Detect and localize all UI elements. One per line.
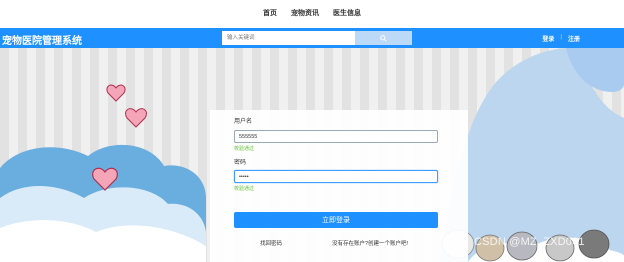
login-link[interactable]: 登录 <box>542 34 554 43</box>
auth-separator: | <box>560 34 562 40</box>
top-nav: 首页 宠物资讯 医生信息 <box>0 0 624 26</box>
auth-links: 登录 | 注册 <box>542 34 580 43</box>
header-bar: 宠物医院管理系统 登录 | 注册 <box>0 28 624 48</box>
username-label: 用户名 <box>234 119 253 125</box>
search-icon <box>380 34 387 42</box>
username-validation: 校验通过 <box>234 146 255 152</box>
password-input[interactable] <box>234 170 438 183</box>
password-validation: 校验通过 <box>234 186 255 192</box>
watermark-text: CSDN @MZ_ZXD001 <box>474 236 585 248</box>
password-label: 密码 <box>234 160 247 166</box>
search-bar <box>222 31 412 45</box>
username-input[interactable] <box>234 130 438 143</box>
background-scene: 用户名 校验通过 密码 校验通过 立即登录 找回密码 没有存在账户?创建一个账户… <box>0 48 624 262</box>
site-title: 宠物医院管理系统 <box>2 36 82 47</box>
login-submit-button[interactable]: 立即登录 <box>234 212 438 228</box>
search-button[interactable] <box>355 31 412 45</box>
heart-icon <box>106 84 126 102</box>
search-input[interactable] <box>222 31 355 45</box>
create-account-link[interactable]: 没有存在账户?创建一个账户吧! <box>332 239 408 247</box>
login-card: 用户名 校验通过 密码 校验通过 立即登录 找回密码 没有存在账户?创建一个账户… <box>210 110 468 262</box>
nav-pet-news-link[interactable]: 宠物资讯 <box>291 8 319 18</box>
heart-icon <box>125 108 147 128</box>
nav-home-link[interactable]: 首页 <box>263 8 277 18</box>
register-link[interactable]: 注册 <box>568 34 580 43</box>
forgot-password-link[interactable]: 找回密码 <box>260 239 282 247</box>
nav-doctor-info-link[interactable]: 医生信息 <box>333 8 361 18</box>
